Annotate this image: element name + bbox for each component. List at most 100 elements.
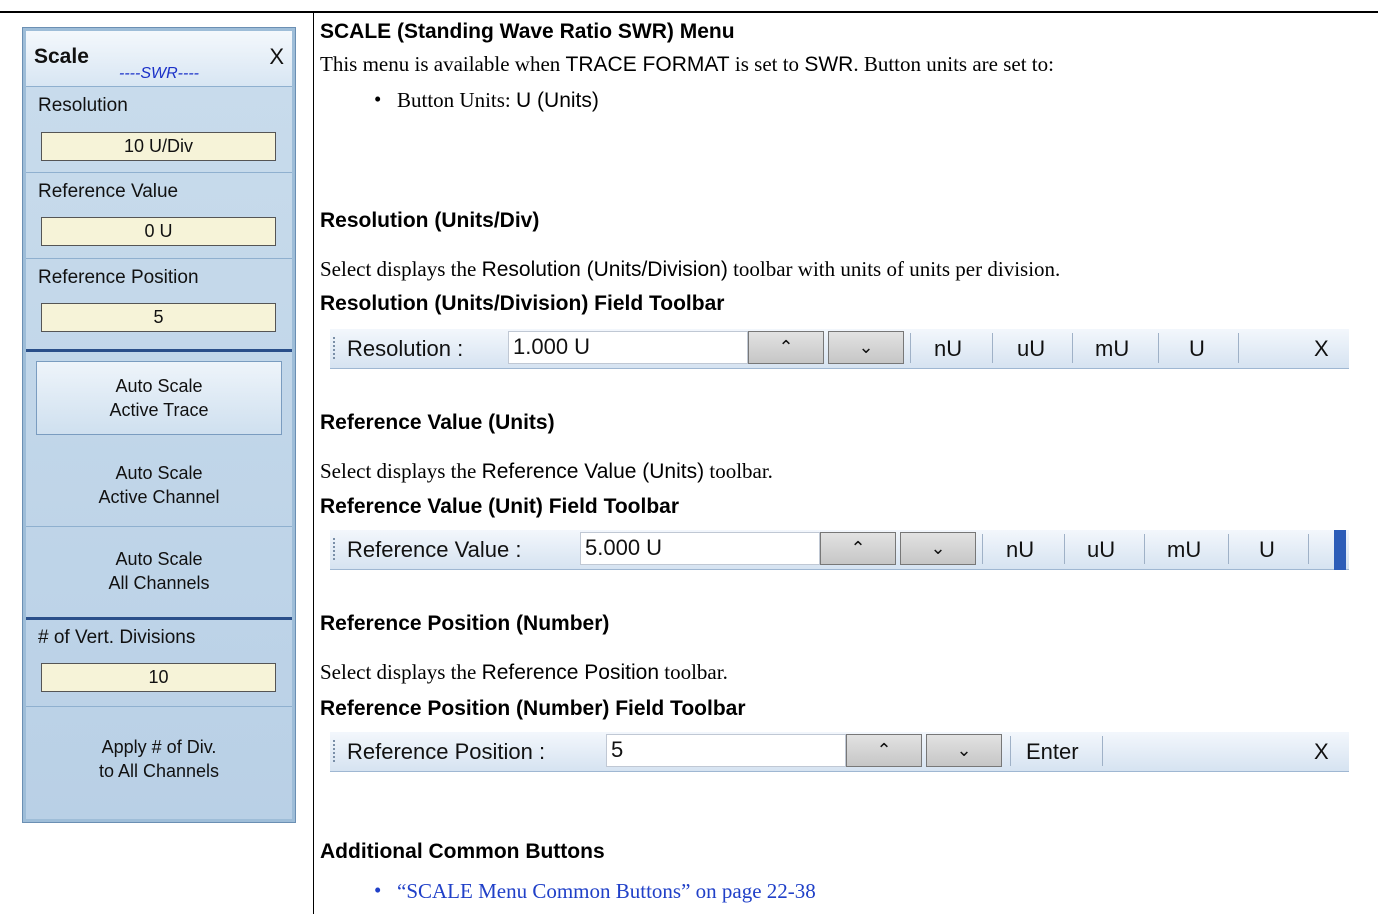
unit-button-nu[interactable]: nU [934, 336, 962, 362]
resolution-description: Select displays the Resolution (Units/Di… [320, 257, 1060, 282]
text-run: Select displays the [320, 257, 482, 281]
reference-position-heading: Reference Position (Number) [320, 612, 610, 635]
resolution-field[interactable]: 10 U/Div [41, 132, 276, 161]
resolution-label: Resolution [38, 95, 128, 116]
text-run: U (Units) [516, 89, 599, 112]
toolbar-divider [1064, 534, 1065, 564]
toolbar-divider [1228, 534, 1229, 564]
text-run: Resolution (Units/Division) [481, 258, 728, 281]
toolbar-divider [1102, 736, 1103, 766]
vert-divisions-field[interactable]: 10 [41, 663, 276, 692]
reference-value-toolbar-heading: Reference Value (Unit) Field Toolbar [320, 495, 680, 518]
auto-scale-active-trace-button[interactable]: Auto Scale Active Trace [36, 361, 282, 435]
close-icon[interactable]: X [1314, 739, 1329, 765]
common-buttons-heading: Additional Common Buttons [320, 840, 605, 863]
reference-position-input[interactable]: 5 [606, 734, 846, 767]
button-line: Auto Scale [115, 463, 203, 483]
text-run: This menu is available when [320, 52, 566, 76]
chevron-down-icon[interactable]: ⌄ [926, 734, 1002, 767]
toolbar-divider [992, 333, 993, 363]
reference-value-section: Reference Value 0 U [26, 173, 292, 259]
button-line: Auto Scale [115, 549, 203, 569]
enter-button[interactable]: Enter [1026, 739, 1079, 765]
reference-value-input[interactable]: 5.000 U [580, 532, 820, 565]
text-run: Select displays the [320, 660, 482, 684]
reference-value-heading: Reference Value (Units) [320, 411, 555, 434]
unit-button-uu[interactable]: uU [1087, 537, 1115, 563]
button-line: Apply # of Div. [101, 737, 217, 757]
menu-title-bar: Scale X ----SWR---- [26, 31, 292, 87]
unit-button-nu[interactable]: nU [1006, 537, 1034, 563]
reference-position-label: Reference Position [38, 267, 199, 288]
reference-value-toolbar: Reference Value : 5.000 U ⌃ ⌄ nU uU mU U [330, 530, 1349, 570]
toolbar-grip[interactable] [333, 337, 335, 359]
bullet-icon: • [374, 878, 382, 902]
button-line: Active Channel [98, 487, 220, 507]
text-run: SWR [804, 53, 854, 76]
chevron-down-icon[interactable]: ⌄ [828, 331, 904, 364]
reference-position-description: Select displays the Reference Position t… [320, 660, 728, 685]
unit-button-mu[interactable]: mU [1095, 336, 1129, 362]
unit-button-u[interactable]: U [1189, 336, 1205, 362]
auto-scale-all-channels-button[interactable]: Auto Scale All Channels [26, 527, 292, 613]
scale-menu-body: Scale X ----SWR---- Resolution 10 U/Div … [26, 31, 292, 819]
chevron-up-icon[interactable]: ⌃ [846, 734, 922, 767]
vert-divisions-section: # of Vert. Divisions 10 [26, 623, 292, 707]
toolbar-grip[interactable] [333, 740, 335, 762]
toolbar-label: Reference Value : [347, 537, 522, 562]
button-line: to All Channels [98, 761, 220, 781]
toolbar-divider [1072, 333, 1073, 363]
reference-position-toolbar-heading: Reference Position (Number) Field Toolba… [320, 697, 746, 720]
vert-divisions-label: # of Vert. Divisions [38, 627, 196, 648]
toolbar-label: Resolution : [347, 336, 464, 361]
scale-menu-panel: Scale X ----SWR---- Resolution 10 U/Div … [22, 27, 296, 823]
resolution-toolbar-heading: Resolution (Units/Division) Field Toolba… [320, 292, 725, 315]
chevron-up-icon[interactable]: ⌃ [748, 331, 824, 364]
toolbar-divider [910, 333, 911, 363]
close-icon[interactable]: X [1314, 336, 1329, 362]
text-run: Select displays the [320, 459, 482, 483]
text-run: TRACE FORMAT [565, 53, 730, 76]
text-run: is set to [729, 52, 805, 76]
text-run: . Button units are set to: [853, 52, 1054, 76]
toolbar-divider [982, 534, 983, 564]
section-separator [26, 349, 292, 352]
chevron-up-icon[interactable]: ⌃ [820, 532, 896, 565]
button-line: Auto Scale [115, 376, 203, 396]
reference-position-toolbar: Reference Position : 5 ⌃ ⌄ Enter X [330, 732, 1349, 772]
button-line: All Channels [108, 573, 210, 593]
chevron-down-icon[interactable]: ⌄ [900, 532, 976, 565]
unit-button-mu[interactable]: mU [1167, 537, 1201, 563]
unit-button-uu[interactable]: uU [1017, 336, 1045, 362]
auto-scale-active-channel-button[interactable]: Auto Scale Active Channel [26, 441, 292, 527]
reference-value-field[interactable]: 0 U [41, 217, 276, 246]
apply-divisions-button[interactable]: Apply # of Div. to All Channels [26, 707, 292, 817]
button-line: Active Trace [109, 400, 209, 420]
menu-subtitle: ----SWR---- [119, 65, 199, 82]
toolbar-overflow-icon[interactable] [1334, 530, 1346, 570]
bullet-icon: • [374, 87, 382, 111]
resolution-section: Resolution 10 U/Div [26, 87, 292, 173]
text-run: Button Units: [397, 88, 517, 112]
reference-position-field[interactable]: 5 [41, 303, 276, 332]
top-rule [0, 11, 1378, 13]
resolution-toolbar: Resolution : 1.000 U ⌃ ⌄ nU uU mU U X [330, 329, 1349, 369]
bullet-item: Button Units: U (Units) [397, 88, 599, 113]
toolbar-divider [1010, 736, 1011, 766]
common-buttons-link[interactable]: “SCALE Menu Common Buttons” on page 22-3… [397, 879, 816, 904]
toolbar-divider [1144, 534, 1145, 564]
section-heading: SCALE (Standing Wave Ratio SWR) Menu [320, 20, 735, 43]
text-run: toolbar with units of units per division… [727, 257, 1061, 281]
text-run: Reference Position [481, 661, 659, 684]
reference-value-description: Select displays the Reference Value (Uni… [320, 459, 773, 484]
column-divider [313, 12, 314, 914]
reference-position-section: Reference Position 5 [26, 259, 292, 343]
reference-value-label: Reference Value [38, 181, 179, 202]
resolution-input[interactable]: 1.000 U [508, 331, 748, 364]
resolution-heading: Resolution (Units/Div) [320, 209, 540, 232]
text-run: Reference Value (Units) [481, 460, 705, 483]
unit-button-u[interactable]: U [1259, 537, 1275, 563]
toolbar-label: Reference Position : [347, 739, 546, 764]
toolbar-grip[interactable] [333, 538, 335, 560]
toolbar-divider [1158, 333, 1159, 363]
